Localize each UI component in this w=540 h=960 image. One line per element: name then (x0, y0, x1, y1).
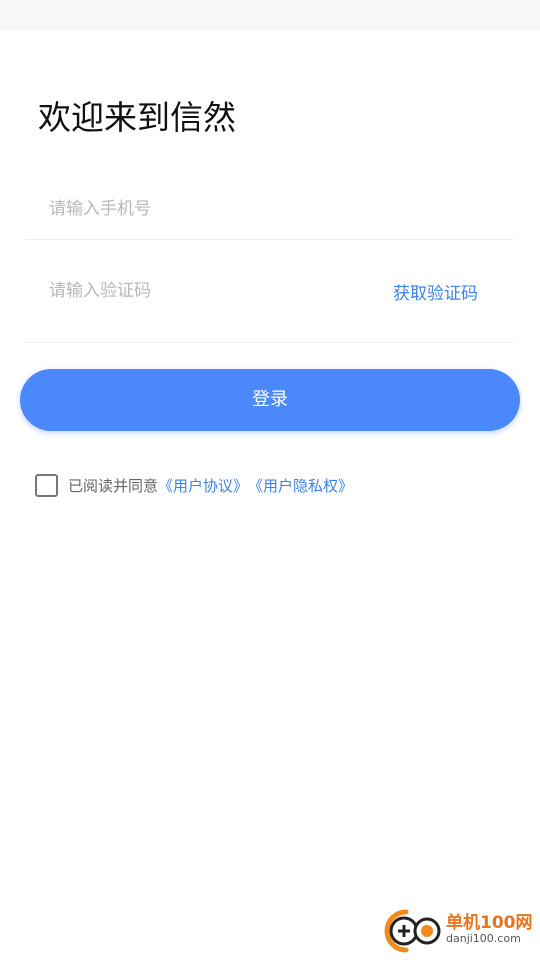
agreement-row: 已阅读并同意 《用户协议》 《用户隐私权》 (35, 473, 353, 497)
watermark: 单机100网 danji100.com (384, 900, 534, 958)
agreement-checkbox[interactable] (35, 473, 58, 497)
phone-field (25, 178, 513, 240)
get-code-button[interactable]: 获取验证码 (393, 279, 478, 304)
status-bar (0, 0, 540, 30)
login-button[interactable]: 登录 (20, 369, 520, 431)
watermark-domain: danji100.com (446, 932, 521, 945)
phone-input[interactable] (49, 178, 489, 239)
privacy-policy-link[interactable]: 《用户隐私权》 (248, 475, 353, 496)
watermark-logo-icon (384, 909, 441, 953)
code-field: 获取验证码 (25, 262, 513, 343)
verification-code-input[interactable] (49, 262, 369, 320)
user-agreement-link[interactable]: 《用户协议》 (158, 475, 248, 496)
watermark-name: 单机100网 (446, 913, 533, 933)
agreement-text: 已阅读并同意 (68, 476, 159, 495)
page-title: 欢迎来到信然 (38, 98, 236, 137)
